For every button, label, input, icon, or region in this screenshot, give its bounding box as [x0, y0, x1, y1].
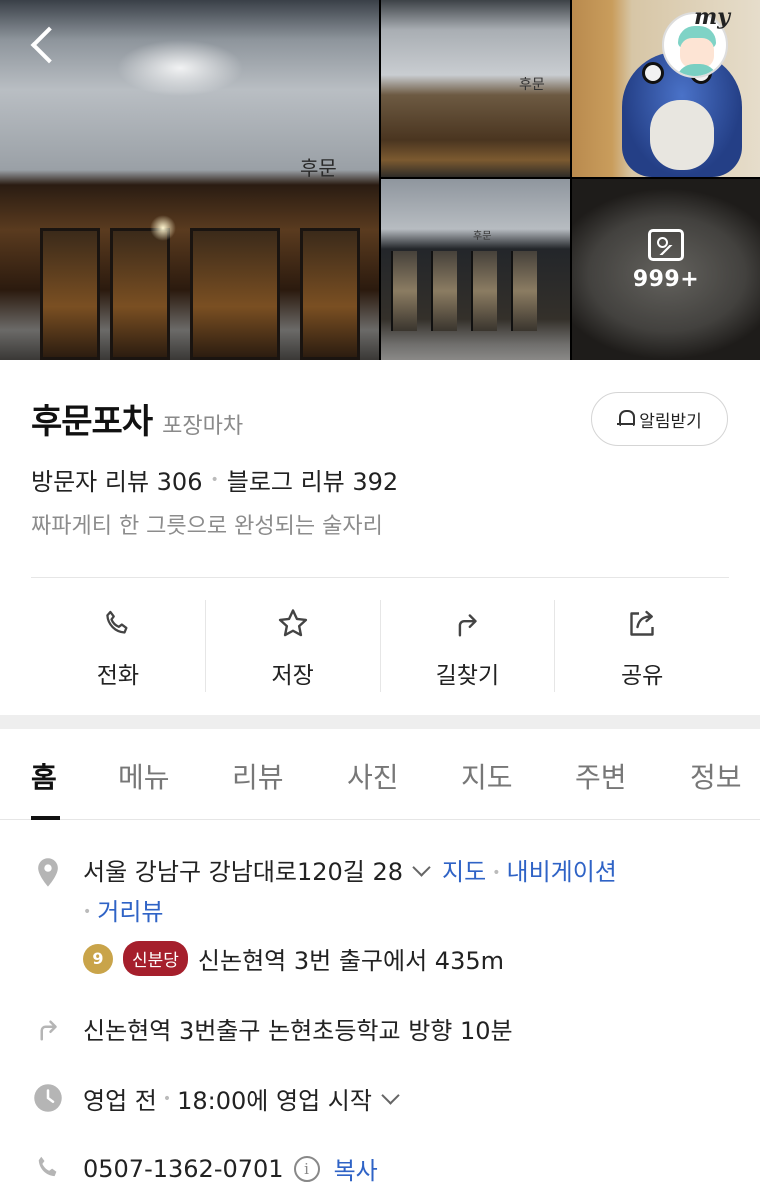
- glass-door: [391, 251, 417, 331]
- action-label: 저장: [271, 663, 314, 689]
- share-icon: [623, 604, 661, 644]
- subway-line-name: 신분당: [123, 941, 188, 976]
- frog-belly: [650, 100, 714, 170]
- directions-text: 신논현역 3번출구 논현초등학교 방향 10분: [83, 1017, 513, 1045]
- photo-gallery: 후문 후문 후문 999+: [0, 0, 760, 360]
- call-button[interactable]: 전화: [31, 600, 205, 692]
- copy-button[interactable]: 복사: [334, 1151, 378, 1186]
- phone-icon: [33, 1153, 63, 1183]
- photo-thumbnail[interactable]: 후문: [381, 0, 570, 177]
- place-tagline: 짜파게티 한 그릇으로 완성되는 술자리: [31, 514, 383, 539]
- light-glow: [150, 215, 176, 241]
- separator-dot: •: [210, 471, 219, 488]
- storefront-window: [40, 228, 100, 360]
- avatar-body: [676, 64, 718, 76]
- tab-info[interactable]: 정보: [690, 756, 742, 796]
- storefront-sign: 후문: [519, 77, 545, 93]
- info-icon[interactable]: i: [293, 1155, 320, 1182]
- location-pin-icon: [33, 857, 63, 887]
- separator-dot: •: [492, 864, 501, 881]
- storefront-window: [300, 228, 360, 360]
- glass-door: [431, 251, 457, 331]
- star-icon: [275, 604, 311, 644]
- directions-icon: [450, 604, 484, 644]
- hours-row[interactable]: 영업 전 • 18:00에 영업 시작: [83, 1081, 411, 1116]
- action-label: 전화: [96, 663, 140, 689]
- chevron-down-icon[interactable]: [412, 858, 431, 877]
- chevron-down-icon[interactable]: [381, 1086, 400, 1105]
- storefront-sign: 후문: [300, 156, 337, 180]
- more-photos: 999+: [572, 229, 760, 292]
- divider: [31, 577, 729, 578]
- avatar-tag: my: [694, 4, 731, 30]
- photo-thumbnail[interactable]: 후문: [381, 179, 570, 360]
- storefront-window: [190, 228, 280, 360]
- hours-text: 18:00에 영업 시작: [177, 1087, 372, 1115]
- bell-icon: [617, 409, 636, 429]
- street-view-link[interactable]: 거리뷰: [97, 898, 163, 926]
- clock-icon: [33, 1083, 63, 1113]
- blog-reviews-link[interactable]: 블로그 리뷰 392: [227, 462, 398, 497]
- place-name: 후문포차: [31, 402, 153, 442]
- active-tab-indicator: [31, 816, 60, 820]
- back-button[interactable]: [26, 22, 62, 70]
- subway-line-badge: 9: [83, 943, 113, 974]
- notify-label: 알림받기: [639, 411, 702, 432]
- visitor-reviews-link[interactable]: 방문자 리뷰 306: [31, 462, 202, 497]
- subway-row: 9 신분당 신논현역 3번 출구에서 435m: [83, 941, 504, 976]
- tab-map[interactable]: 지도: [461, 756, 513, 796]
- notify-button[interactable]: 알림받기: [591, 392, 728, 446]
- glass-door: [511, 251, 537, 331]
- storefront-sign: 후문: [473, 231, 492, 242]
- review-counts: 방문자 리뷰 306 • 블로그 리뷰 392: [31, 462, 398, 497]
- subway-distance: 신논현역 3번 출구에서 435m: [197, 947, 504, 975]
- tab-reviews[interactable]: 리뷰: [232, 756, 284, 796]
- phone-number[interactable]: 0507-1362-0701: [83, 1155, 284, 1183]
- tab-menu[interactable]: 메뉴: [118, 756, 170, 796]
- photo-count: 999+: [632, 267, 700, 292]
- share-button[interactable]: 공유: [554, 600, 729, 692]
- navigation-link[interactable]: 내비게이션: [506, 858, 616, 886]
- action-bar: 전화 저장 길찾기 공유: [31, 600, 729, 692]
- glass-door: [471, 251, 497, 331]
- place-header: 후문포차 포장마차: [31, 394, 243, 443]
- tab-home[interactable]: 홈: [31, 756, 57, 796]
- separator-dot: •: [162, 1090, 172, 1107]
- phone-icon: [101, 604, 135, 644]
- place-category: 포장마차: [162, 414, 244, 439]
- map-link[interactable]: 지도: [442, 858, 486, 886]
- image-icon: [648, 229, 684, 261]
- save-button[interactable]: 저장: [204, 600, 380, 692]
- frog-eye: [642, 62, 664, 84]
- tab-photos[interactable]: 사진: [347, 756, 399, 796]
- address-row: 서울 강남구 강남대로120길 28 지도 • 내비게이션 • 거리뷰: [83, 853, 733, 932]
- tab-bar: 홈 메뉴 리뷰 사진 지도 주변 정보: [0, 740, 760, 820]
- more-photos-thumbnail[interactable]: 999+: [572, 179, 760, 360]
- section-divider: [0, 715, 760, 729]
- address-text[interactable]: 서울 강남구 강남대로120길 28: [83, 858, 403, 886]
- directions-button[interactable]: 길찾기: [379, 600, 555, 692]
- phone-row: 0507-1362-0701 i 복사: [83, 1151, 378, 1186]
- directions-icon: [33, 1013, 63, 1043]
- action-label: 공유: [620, 663, 664, 689]
- separator-dot: •: [83, 904, 92, 920]
- action-label: 길찾기: [435, 663, 500, 689]
- storefront-window: [110, 228, 170, 360]
- hours-status: 영업 전: [83, 1087, 157, 1115]
- tab-nearby[interactable]: 주변: [575, 756, 627, 796]
